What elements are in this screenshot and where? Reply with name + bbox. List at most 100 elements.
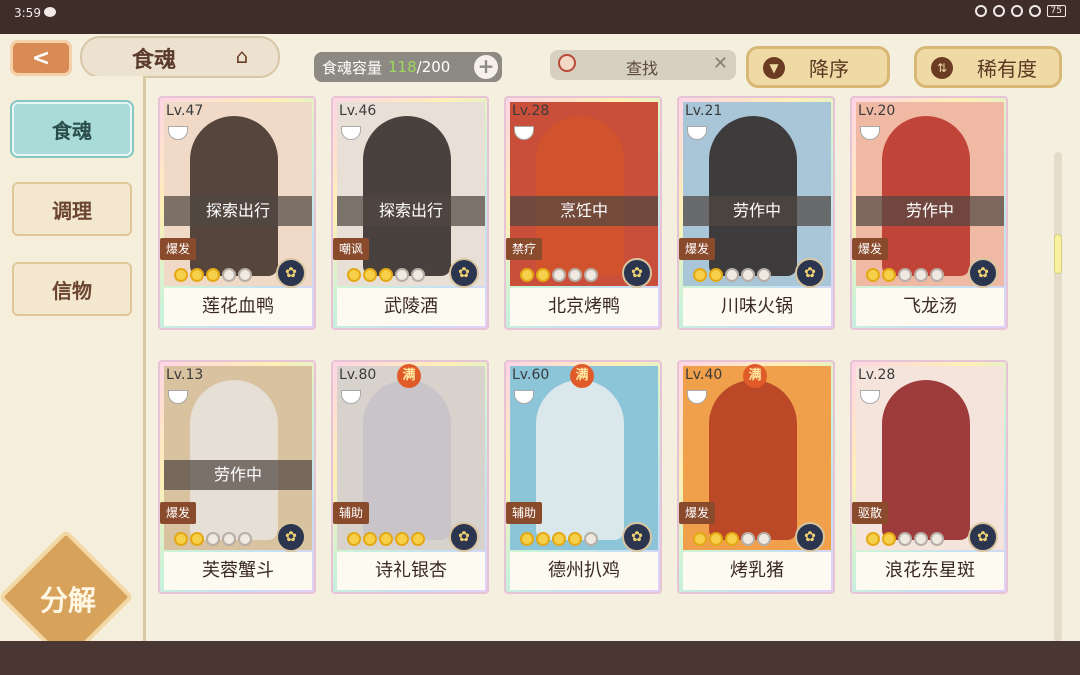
max-badge: 满: [570, 364, 594, 388]
star-icon: [725, 268, 739, 282]
star-icon: [882, 532, 896, 546]
star-icon: [709, 532, 723, 546]
search-field[interactable]: 查找 ✕: [550, 50, 736, 80]
food-soul-card[interactable]: Lv.60 满辅助 ✿ 德州扒鸡: [504, 360, 662, 594]
star-icon: [584, 532, 598, 546]
card-name: 武陵酒: [337, 288, 485, 326]
element-emblem-icon: ✿: [449, 522, 479, 552]
back-button[interactable]: <: [10, 40, 72, 76]
star-rating: [174, 268, 252, 282]
star-icon: [536, 268, 550, 282]
star-icon: [395, 532, 409, 546]
food-soul-card[interactable]: Lv.47 探索出行 爆发 ✿ 莲花血鸭: [158, 96, 316, 330]
star-icon: [882, 268, 896, 282]
status-banner: 探索出行: [164, 196, 312, 226]
card-name: 烤乳猪: [683, 552, 831, 590]
character-figure: [709, 380, 797, 540]
star-icon: [552, 268, 566, 282]
card-name: 浪花东星斑: [856, 552, 1004, 590]
element-emblem-icon: ✿: [968, 522, 998, 552]
home-pavilion-icon[interactable]: ⌂: [228, 46, 256, 66]
star-icon: [363, 268, 377, 282]
star-icon: [395, 268, 409, 282]
star-rating: [693, 532, 771, 546]
role-tag: 爆发: [160, 502, 196, 524]
star-rating: [520, 532, 598, 546]
role-tag: 禁疗: [506, 238, 542, 260]
card-name: 德州扒鸡: [510, 552, 658, 590]
status-icons: 75: [974, 5, 1066, 17]
back-arrow-icon: <: [31, 45, 51, 71]
max-badge: 满: [397, 364, 421, 388]
star-icon: [222, 268, 236, 282]
navigation-bar: [0, 641, 1080, 675]
food-soul-card[interactable]: Lv.28 驱散 ✿ 浪花东星斑: [850, 360, 1008, 594]
capacity-label: 食魂容量: [322, 58, 383, 77]
element-emblem-icon: ✿: [795, 258, 825, 288]
star-icon: [693, 532, 707, 546]
page-title: 食魂: [132, 48, 177, 73]
element-emblem-icon: ✿: [622, 258, 652, 288]
food-soul-card[interactable]: Lv.80 满辅助 ✿ 诗礼银杏: [331, 360, 489, 594]
add-capacity-button[interactable]: +: [474, 55, 498, 79]
character-figure: [363, 380, 451, 540]
star-icon: [238, 268, 252, 282]
tab-conditioning[interactable]: 调理: [12, 182, 132, 236]
food-soul-card[interactable]: Lv.28 烹饪中 禁疗 ✿ 北京烤鸭: [504, 96, 662, 330]
star-icon: [222, 532, 236, 546]
sort-rarity-button[interactable]: ⇅ 稀有度: [914, 46, 1062, 88]
role-tag: 爆发: [679, 502, 715, 524]
role-tag: 辅助: [506, 502, 542, 524]
status-bar: 3:59 75: [0, 0, 1080, 34]
scrollbar-track[interactable]: [1054, 152, 1062, 642]
star-icon: [174, 532, 188, 546]
star-icon: [584, 268, 598, 282]
card-name: 诗礼银杏: [337, 552, 485, 590]
star-rating: [347, 532, 425, 546]
element-emblem-icon: ✿: [968, 258, 998, 288]
level-label: Lv.28: [858, 367, 896, 383]
sort-order-button[interactable]: ▼ 降序: [746, 46, 890, 88]
food-soul-card[interactable]: Lv.46 探索出行 嘲讽 ✿ 武陵酒: [331, 96, 489, 330]
search-label: 查找: [626, 59, 659, 78]
star-icon: [347, 532, 361, 546]
star-icon: [363, 532, 377, 546]
star-icon: [379, 268, 393, 282]
game-screen: < 食魂 ⌂ 食魂容量 118 /200 + 查找 ✕ ▼ 降序 ⇅ 稀有度 食…: [0, 34, 1080, 665]
sidebar: 食魂 调理 信物 分解: [0, 76, 146, 665]
tab-food-soul[interactable]: 食魂: [12, 102, 132, 156]
role-tag: 辅助: [333, 502, 369, 524]
food-soul-card[interactable]: Lv.40 满爆发 ✿ 烤乳猪: [677, 360, 835, 594]
tab-tokens[interactable]: 信物: [12, 262, 132, 316]
star-icon: [930, 268, 944, 282]
element-emblem-icon: ✿: [449, 258, 479, 288]
capacity-indicator: 食魂容量 118 /200 +: [314, 52, 502, 82]
clear-icon[interactable]: ✕: [713, 53, 728, 74]
star-icon: [347, 268, 361, 282]
status-banner: 探索出行: [337, 196, 485, 226]
scrollbar-thumb[interactable]: [1054, 234, 1062, 274]
element-emblem-icon: ✿: [276, 522, 306, 552]
star-icon: [866, 532, 880, 546]
food-soul-card[interactable]: Lv.13 劳作中 爆发 ✿ 芙蓉蟹斗: [158, 360, 316, 594]
star-icon: [757, 532, 771, 546]
bluetooth-icon: [992, 5, 1005, 17]
star-icon: [206, 532, 220, 546]
capacity-current: 118: [388, 58, 417, 76]
character-figure: [882, 380, 970, 540]
level-label: Lv.47: [166, 103, 204, 119]
star-icon: [552, 532, 566, 546]
element-emblem-icon: ✿: [622, 522, 652, 552]
tab-label: 信物: [52, 278, 92, 303]
star-icon: [238, 532, 252, 546]
star-icon: [536, 532, 550, 546]
decompose-label[interactable]: 分解: [20, 579, 116, 619]
level-label: Lv.60: [512, 367, 550, 383]
header: < 食魂 ⌂ 食魂容量 118 /200 + 查找 ✕ ▼ 降序 ⇅ 稀有度: [0, 34, 1080, 96]
star-icon: [898, 532, 912, 546]
food-soul-card[interactable]: Lv.20 劳作中 爆发 ✿ 飞龙汤: [850, 96, 1008, 330]
food-soul-card[interactable]: Lv.21 劳作中 爆发 ✿ 川味火锅: [677, 96, 835, 330]
sort-order-label: 降序: [809, 56, 849, 81]
status-time: 3:59: [14, 6, 41, 20]
star-icon: [930, 532, 944, 546]
